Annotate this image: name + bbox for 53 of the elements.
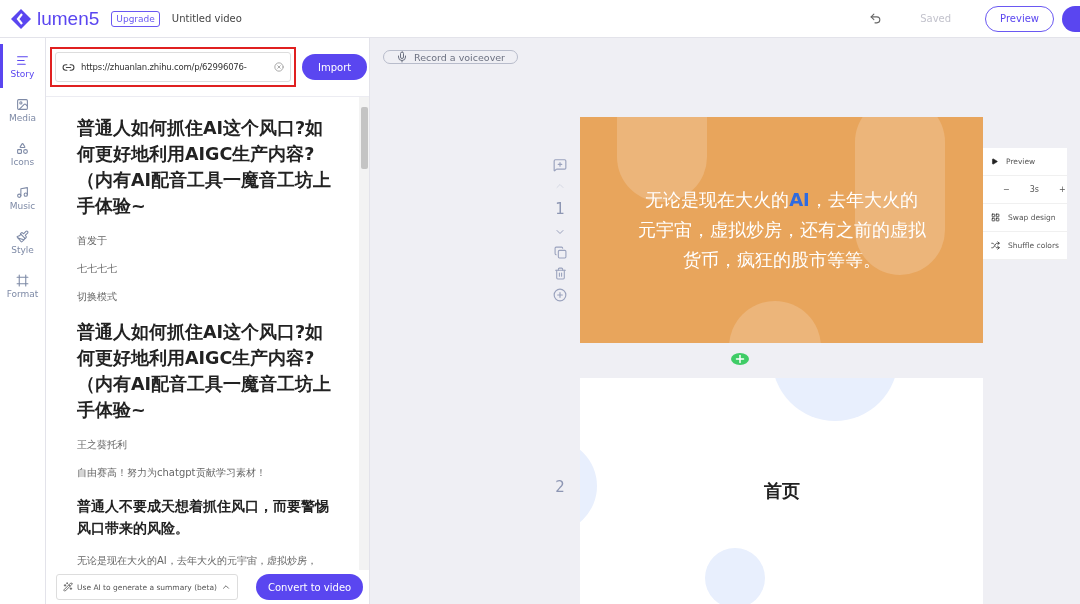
duration-text: 3s [1029,185,1039,194]
brush-icon [16,229,29,243]
shuffle-icon [991,241,1000,250]
clear-icon[interactable] [274,62,284,72]
microphone-icon [396,51,408,63]
sidebar-tab[interactable]: Media [0,88,42,132]
slide-number: 2 [555,478,565,496]
story-heading[interactable]: 普通人如何抓住AI这个风口?如何更好地利用AIGC生产内容?（内有AI配音工具一魔音工坊上手体验~ [77,319,337,423]
story-subheading[interactable]: 普通人不要成天想着抓住风口，而要警惕风口带来的风险。 [77,495,337,539]
lines-icon [16,53,29,67]
publish-button[interactable] [1062,5,1080,32]
story-paragraph[interactable]: 切换模式 [77,289,337,305]
plus-icon [734,353,746,365]
sidebar-tab[interactable]: Icons [0,132,42,176]
convert-button[interactable]: Convert to video [255,574,364,600]
sidebar-tab[interactable]: Music [0,176,42,220]
url-field[interactable]: https://zhuanlan.zhihu.com/p/62996076- [55,52,291,82]
upgrade-link[interactable]: Upgrade [111,10,160,27]
add-scene-button[interactable] [731,353,749,365]
minus-button[interactable]: − [1003,185,1010,194]
slide-card[interactable]: 首页 [580,378,983,604]
save-status: Saved [920,13,952,24]
frame-icon [16,273,29,287]
story-paragraph[interactable]: 首发于 [77,233,337,249]
preview-button[interactable]: Preview [985,5,1054,32]
logo-icon [10,7,32,30]
sidebar-tab[interactable]: Style [0,220,42,264]
story-paragraph[interactable]: 王之葵托利 [77,437,337,453]
delete-icon[interactable] [553,267,567,280]
duplicate-icon[interactable] [553,246,567,259]
story-paragraph[interactable]: 自由赛高！努力为chatgpt贡献学习素材！ [77,465,337,481]
shapes-icon [16,141,29,155]
slide-text[interactable]: 首页 [636,476,927,506]
story-paragraph[interactable]: 七七七七 [77,261,337,277]
add-text-icon[interactable] [553,158,567,172]
slide-number: 1 [555,200,565,218]
image-icon [16,97,29,111]
scrollbar-thumb[interactable] [360,107,368,169]
grid-icon [991,213,1000,222]
sidebar-tab[interactable]: Format [0,264,42,308]
music-note-icon [16,185,29,199]
sidebar-tab[interactable]: Story [0,44,42,88]
video-title[interactable]: Untitled video [171,13,242,24]
play-icon [991,158,998,165]
chevron-up-icon [220,582,231,592]
plus-button[interactable]: + [1058,185,1066,194]
add-audio-icon[interactable] [553,288,567,302]
story-heading[interactable]: 普通人如何抓住AI这个风口?如何更好地利用AIGC生产内容?（内有AI配音工具一魔音工坊上手体验~ [77,115,337,219]
magic-wand-icon [63,582,73,592]
story-paragraph[interactable]: 无论是现在大火的AI，去年大火的元宇宙，虚拟炒房， [77,553,337,569]
undo-icon[interactable] [869,12,883,25]
import-button[interactable]: Import [302,54,368,80]
logo-text: lumen5 [37,7,100,30]
